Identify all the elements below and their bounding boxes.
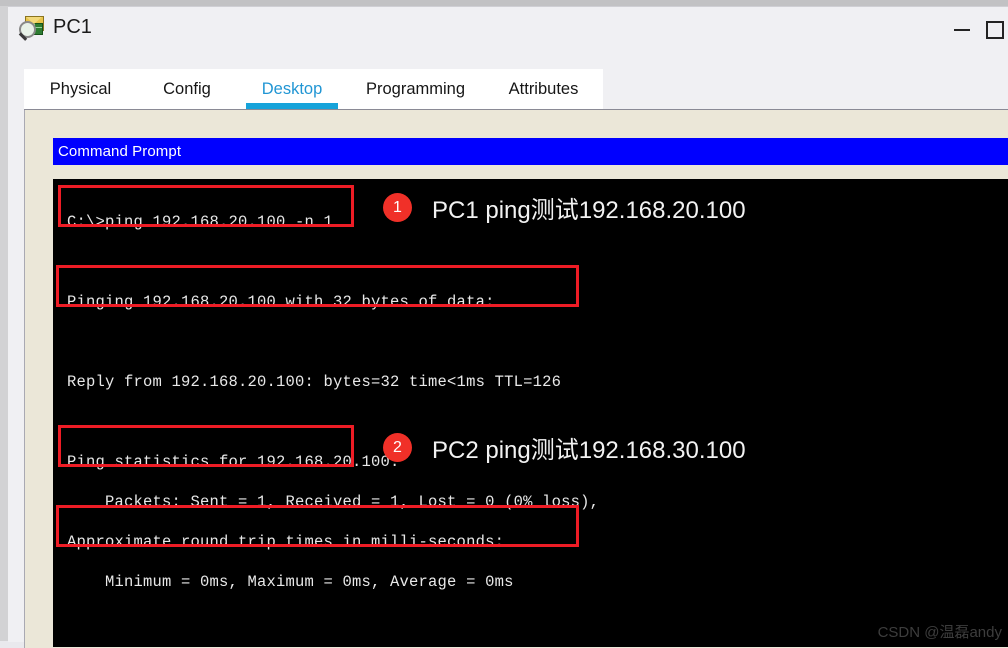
- annotation-label-2: PC2 ping测试192.168.30.100: [432, 437, 746, 464]
- command-prompt-title-bar: Command Prompt: [53, 138, 1008, 165]
- tab-strip: Physical Config Desktop Programming Attr…: [24, 69, 603, 109]
- maximize-icon: [986, 21, 1004, 39]
- command-prompt-window: Command Prompt C:\>ping 192.168.20.100 -…: [53, 138, 1008, 647]
- panel-left-edge: [24, 110, 25, 648]
- pc1-device-window: PC1 Physical Config Desktop Programming …: [8, 6, 1008, 648]
- window-controls: [938, 7, 1008, 53]
- annotation-1: 1 PC1 ping测试192.168.20.100: [383, 190, 746, 225]
- maximize-button[interactable]: [986, 7, 1008, 53]
- desktop-left-strip: [0, 6, 8, 641]
- terminal-output-area[interactable]: C:\>ping 192.168.20.100 -n 1 Pinging 192…: [53, 179, 1008, 647]
- terminal-text: C:\>ping 192.168.20.100 -n 1 Pinging 192…: [67, 212, 600, 591]
- tab-config-label: Config: [163, 79, 211, 98]
- tab-physical-label: Physical: [49, 79, 112, 98]
- tab-programming[interactable]: Programming: [347, 69, 484, 109]
- desktop-content-panel: Command Prompt C:\>ping 192.168.20.100 -…: [24, 109, 1008, 648]
- tab-physical[interactable]: Physical: [24, 69, 137, 109]
- tab-config[interactable]: Config: [137, 69, 237, 109]
- annotation-badge-1: 1: [383, 193, 412, 222]
- tab-attributes[interactable]: Attributes: [484, 69, 603, 109]
- minimize-icon: [954, 29, 970, 31]
- tab-strip-container: Physical Config Desktop Programming Attr…: [24, 69, 603, 109]
- window-title-group: PC1: [18, 14, 92, 41]
- annotation-badge-2: 2: [383, 433, 412, 462]
- annotation-label-1: PC1 ping测试192.168.20.100: [432, 197, 746, 224]
- watermark: CSDN @温磊andy: [877, 624, 1002, 641]
- window-title: PC1: [53, 16, 92, 38]
- tab-desktop[interactable]: Desktop: [237, 69, 347, 109]
- inspect-device-icon: [18, 14, 44, 41]
- command-prompt-title: Command Prompt: [58, 143, 182, 160]
- tab-desktop-label: Desktop: [261, 79, 323, 98]
- window-title-bar: PC1: [8, 7, 1008, 53]
- tab-attributes-label: Attributes: [508, 79, 579, 98]
- minimize-button[interactable]: [938, 7, 986, 53]
- tab-programming-label: Programming: [365, 79, 466, 98]
- annotation-2: 2 PC2 ping测试192.168.30.100: [383, 430, 746, 465]
